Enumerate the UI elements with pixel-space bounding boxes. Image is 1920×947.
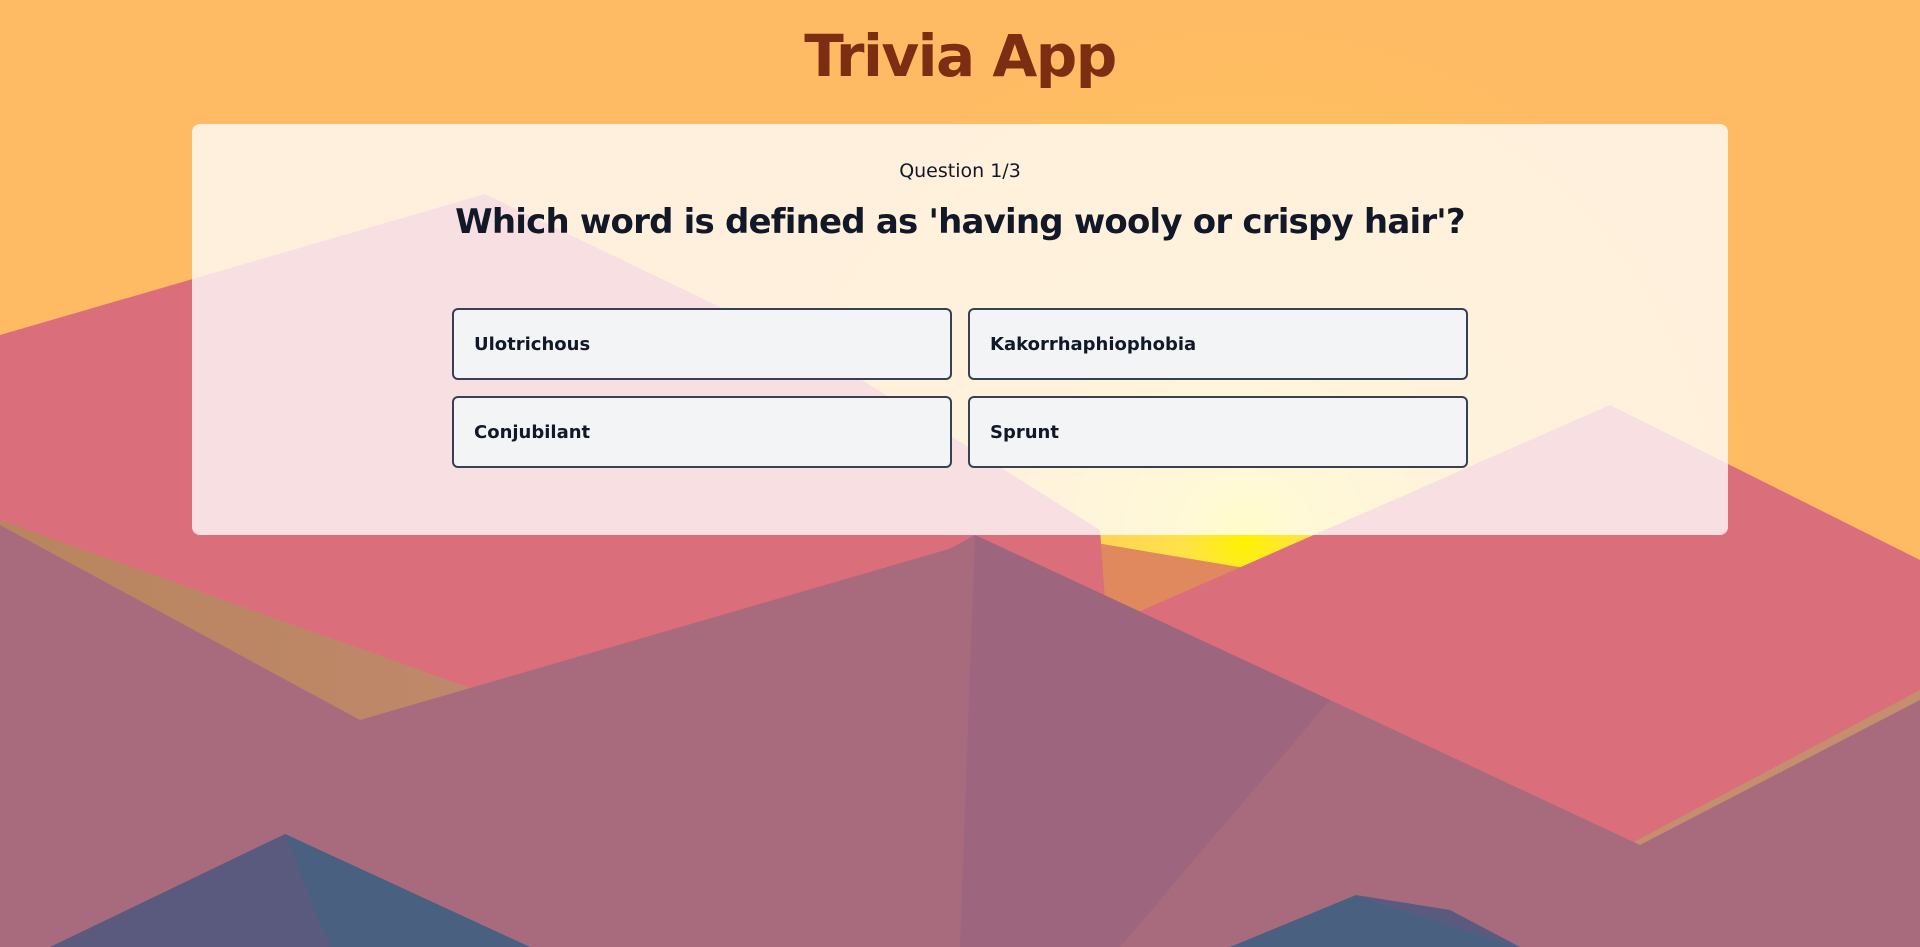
question-progress: Question 1/3 [899,160,1021,182]
answer-option-sprunt[interactable]: Sprunt [968,396,1468,468]
answer-option-kakorrhaphiophobia[interactable]: Kakorrhaphiophobia [968,308,1468,380]
question-card: Question 1/3 Which word is defined as 'h… [192,124,1728,535]
answer-options: Ulotrichous Kakorrhaphiophobia Conjubila… [452,308,1468,468]
answer-option-conjubilant[interactable]: Conjubilant [452,396,952,468]
answer-option-ulotrichous[interactable]: Ulotrichous [452,308,952,380]
question-text: Which word is defined as 'having wooly o… [455,202,1465,242]
app-title: Trivia App [804,22,1117,90]
